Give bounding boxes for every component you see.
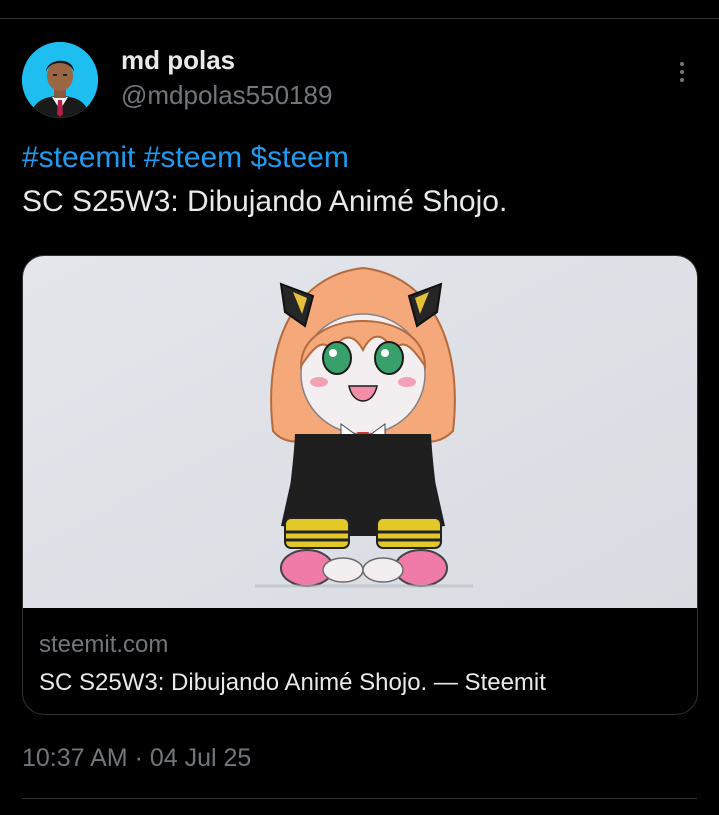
cashtag-steem[interactable]: $steem bbox=[250, 141, 348, 174]
hashtag-line: #steemit #steem $steem bbox=[22, 136, 697, 180]
more-options-button[interactable] bbox=[666, 56, 698, 88]
more-vertical-icon-dot bbox=[680, 78, 684, 82]
tweet-body-text: SC S25W3: Dibujando Animé Shojo. bbox=[22, 185, 508, 218]
link-card-title: SC S25W3: Dibujando Animé Shojo. — Steem… bbox=[39, 669, 546, 696]
bottom-divider bbox=[22, 798, 697, 799]
timestamp-time: 10:37 AM bbox=[22, 744, 128, 772]
top-divider bbox=[0, 18, 719, 19]
timestamp-separator: · bbox=[134, 744, 143, 772]
link-preview-image[interactable] bbox=[23, 256, 697, 608]
anime-drawing-illustration bbox=[23, 256, 697, 608]
tweet-text: #steemit #steem $steem SC S25W3: Dibujan… bbox=[22, 136, 697, 224]
author-name[interactable]: md polas bbox=[121, 45, 235, 76]
link-card-domain: steemit.com bbox=[39, 631, 169, 658]
hashtag-steem[interactable]: #steem bbox=[144, 141, 242, 174]
more-vertical-icon-dot bbox=[680, 70, 684, 74]
hashtag-steemit[interactable]: #steemit bbox=[22, 141, 135, 174]
avatar-photo bbox=[22, 42, 98, 118]
avatar[interactable] bbox=[22, 42, 98, 118]
more-vertical-icon bbox=[680, 62, 684, 66]
tweet-timestamp[interactable]: 10:37 AM · 04 Jul 25 bbox=[22, 744, 251, 773]
link-preview-card[interactable]: steemit.com SC S25W3: Dibujando Animé Sh… bbox=[22, 255, 698, 715]
timestamp-date: 04 Jul 25 bbox=[149, 744, 252, 772]
author-handle[interactable]: @mdpolas550189 bbox=[121, 80, 332, 111]
